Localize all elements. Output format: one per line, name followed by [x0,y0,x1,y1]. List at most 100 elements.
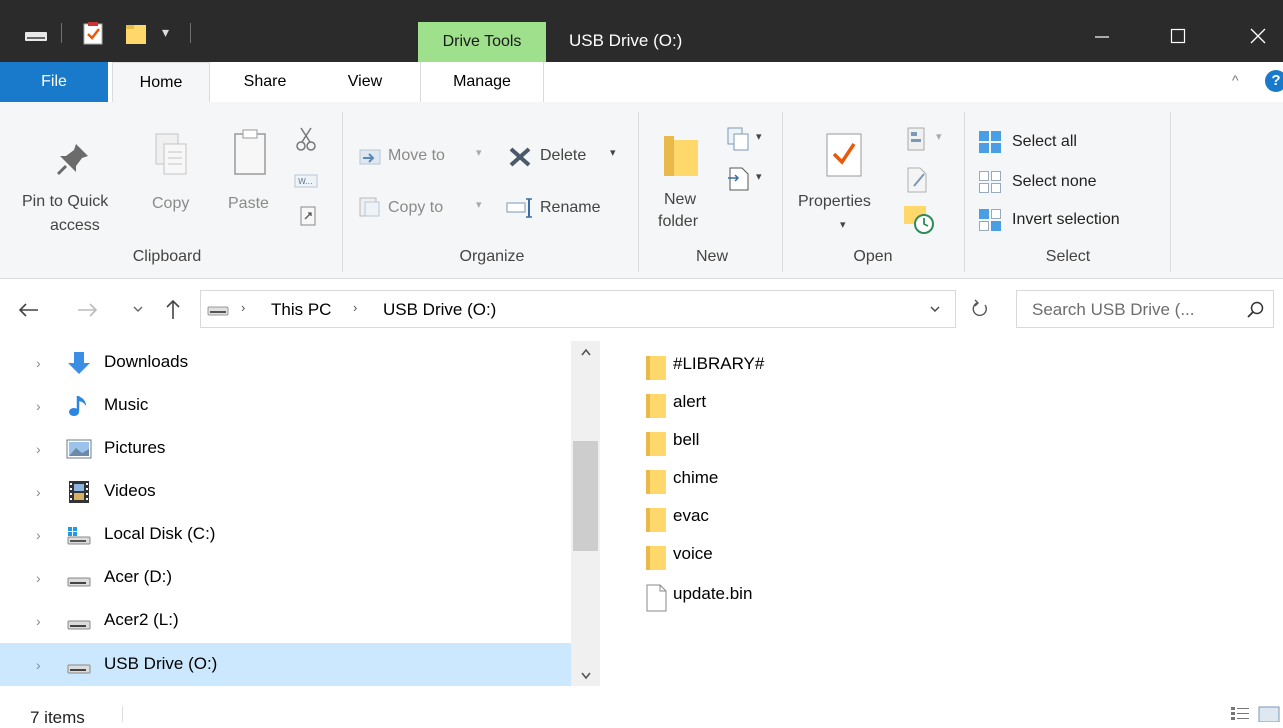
breadcrumb-usb-drive[interactable]: USB Drive (O:) [383,300,496,320]
navigation-pane: › Downloads › Music › Pictures › Videos … [0,341,571,690]
new-folder-button[interactable]: New folder [646,126,716,236]
close-button[interactable] [1230,22,1283,50]
properties-check-icon[interactable] [82,22,104,46]
delete-dropdown-icon: ▾ [610,147,616,159]
up-arrow-icon[interactable] [164,299,182,321]
copy-to-icon [359,197,380,217]
expand-chevron-icon[interactable]: › [36,398,41,414]
search-icon[interactable] [1247,301,1265,319]
select-none-icon [979,171,1001,193]
properties-button[interactable]: Properties ▾ [792,126,896,242]
list-item[interactable]: voice [640,536,840,574]
tab-home[interactable]: Home [112,62,210,103]
copy-to-button[interactable]: Copy to ▾ [358,192,488,222]
nav-item-usb-drive-o[interactable]: › USB Drive (O:) [0,643,571,686]
invert-selection-button[interactable]: Invert selection [976,206,1166,234]
properties-dropdown-icon: ▾ [840,219,846,231]
expand-chevron-icon[interactable]: › [36,613,41,629]
properties-check-icon [826,133,862,177]
paste-button[interactable]: Paste [218,124,284,224]
nav-item-music[interactable]: › Music [0,384,571,427]
expand-chevron-icon[interactable]: › [36,484,41,500]
pin-to-quick-access-button[interactable]: Pin to Quick access [8,124,132,244]
drive-icon[interactable] [24,28,48,42]
tab-share[interactable]: Share [220,62,310,102]
rename-button[interactable]: Rename [506,192,626,222]
new-folder-icon[interactable] [124,22,148,46]
copy-button[interactable]: Copy [140,124,202,224]
breadcrumb-separator-icon[interactable]: › [241,300,245,315]
refresh-icon[interactable] [970,299,990,319]
list-item[interactable]: alert [640,384,840,422]
scroll-up-icon[interactable] [580,347,592,357]
drive-tools-context-tab: Drive Tools [418,22,546,62]
list-item[interactable]: bell [640,422,840,460]
nav-pane-scrollbar[interactable] [571,341,600,686]
move-to-dropdown-icon: ▾ [476,147,482,159]
large-icons-view-icon[interactable] [1258,704,1280,722]
drive-icon [67,577,91,587]
new-item-dropdown-icon: ▾ [756,131,762,143]
scroll-down-icon[interactable] [580,671,592,681]
cut-icon[interactable] [296,126,316,152]
list-item[interactable]: #LIBRARY# [640,346,840,384]
nav-item-local-disk-c[interactable]: › Local Disk (C:) [0,513,571,556]
address-history-chevron-icon[interactable] [929,305,941,315]
details-view-icon[interactable] [1230,706,1250,720]
breadcrumb-this-pc[interactable]: This PC [271,300,331,320]
new-item-button[interactable]: ▾ [726,126,770,154]
address-bar[interactable]: › This PC › USB Drive (O:) [200,290,956,328]
clipboard-group: Pin to Quick access Copy Paste W... Clip… [0,102,334,278]
back-arrow-icon[interactable] [18,301,40,319]
delete-button[interactable]: Delete ▾ [508,140,628,170]
paste-shortcut-icon[interactable] [300,204,316,226]
expand-chevron-icon[interactable]: › [36,441,41,457]
open-button[interactable]: ▾ [904,126,952,154]
list-item[interactable]: chime [640,460,840,498]
search-input[interactable]: Search USB Drive (... [1016,290,1274,328]
expand-chevron-icon[interactable]: › [36,657,41,673]
breadcrumb-separator-icon[interactable]: › [353,300,357,315]
pin-icon [56,144,88,176]
collapse-ribbon-icon[interactable]: ^ [1232,72,1239,88]
help-icon[interactable]: ? [1265,70,1283,92]
open-group-label: Open [853,248,893,265]
drive-icon [67,620,91,630]
minimize-button[interactable] [1074,22,1130,50]
organize-group: Move to ▾ Delete ▾ Copy to ▾ Rename Orga… [350,102,634,278]
expand-chevron-icon[interactable]: › [36,527,41,543]
expand-chevron-icon[interactable]: › [36,355,41,371]
select-none-button[interactable]: Select none [976,168,1162,196]
tab-file[interactable]: File [0,62,108,102]
organize-group-label: Organize [459,248,525,265]
forward-arrow-icon[interactable] [76,301,98,319]
copy-path-icon[interactable]: W... [294,174,318,188]
move-to-button[interactable]: Move to ▾ [358,140,488,170]
scrollbar-thumb[interactable] [573,441,598,551]
nav-item-acer2-l[interactable]: › Acer2 (L:) [0,599,571,642]
open-file-icon [907,127,925,151]
easy-access-button[interactable]: ▾ [722,166,766,194]
tab-manage[interactable]: Manage [420,62,544,102]
open-dropdown-icon: ▾ [936,131,942,143]
history-icon[interactable] [902,202,934,236]
list-item[interactable]: evac [640,498,840,536]
recent-locations-chevron-icon[interactable] [132,305,144,315]
nav-item-pictures[interactable]: › Pictures [0,427,571,470]
maximize-button[interactable] [1150,22,1206,50]
drive-icon [67,664,91,674]
edit-icon[interactable] [906,166,930,194]
delete-x-icon [509,147,531,167]
tab-view[interactable]: View [320,62,410,102]
nav-item-videos[interactable]: › Videos [0,470,571,513]
rename-icon [506,198,532,218]
customize-quick-access-icon[interactable]: ▾ [162,24,169,41]
search-placeholder: Search USB Drive (... [1032,300,1195,319]
nav-item-downloads[interactable]: › Downloads [0,341,571,384]
open-group: Properties ▾ ▾ Open [786,102,960,278]
expand-chevron-icon[interactable]: › [36,570,41,586]
folder-icon [646,432,666,456]
select-all-button[interactable]: Select all [976,128,1162,156]
list-item[interactable]: update.bin [640,576,840,614]
nav-item-acer-d[interactable]: › Acer (D:) [0,556,571,599]
